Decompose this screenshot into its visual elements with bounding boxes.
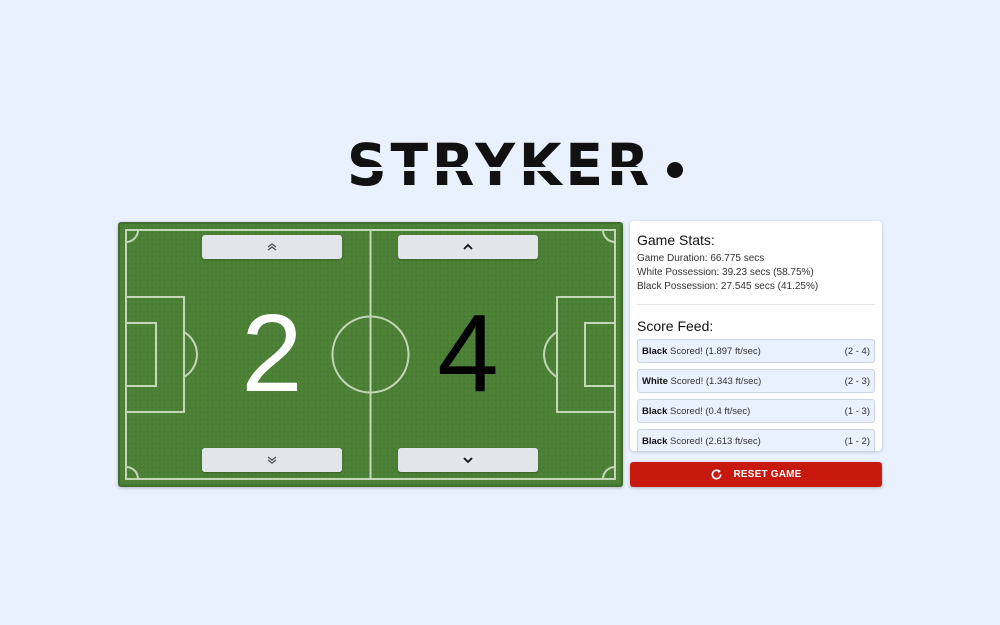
logo: STRYKER	[0, 130, 1000, 210]
score-feed-title: Score Feed:	[637, 318, 714, 334]
white-possession: White Possession: 39.23 secs (58.75%)	[637, 267, 814, 278]
feed-item: Black Scored! (2.613 ft/sec) (1 - 2)	[637, 429, 875, 451]
feed-item: White Scored! (1.343 ft/sec) (2 - 3)	[637, 369, 875, 393]
double-chevron-up-icon	[267, 243, 277, 251]
game-stats-title: Game Stats:	[637, 232, 715, 248]
black-score-down-button[interactable]	[398, 448, 538, 472]
feed-item: Black Scored! (0.4 ft/sec) (1 - 3)	[637, 399, 875, 423]
feed-item-team: Black	[642, 435, 668, 447]
reset-game-button[interactable]: RESET GAME	[630, 462, 882, 487]
logo-text: STRYKER	[347, 131, 653, 199]
black-possession: Black Possession: 27.545 secs (41.25%)	[637, 281, 819, 292]
feed-item-score: (2 - 4)	[844, 345, 870, 357]
game-duration: Game Duration: 66.775 secs	[637, 253, 765, 264]
feed-item-text: Scored! (2.613 ft/sec)	[667, 435, 761, 447]
logo-ball-icon	[667, 162, 684, 178]
chevron-up-icon	[463, 243, 473, 250]
game-stats-panel: Game Stats: Game Duration: 66.775 secs W…	[630, 221, 882, 451]
black-score: 4	[437, 292, 499, 415]
white-score-up-button[interactable]	[202, 235, 342, 259]
feed-item-text: Scored! (1.343 ft/sec)	[667, 375, 762, 387]
refresh-icon	[711, 469, 722, 480]
feed-item-score: (1 - 3)	[844, 405, 870, 417]
feed-item: Black Scored! (1.897 ft/sec) (2 - 4)	[637, 339, 875, 363]
feed-item-team: Black	[642, 405, 668, 417]
feed-item-text: Scored! (1.897 ft/sec)	[667, 345, 761, 357]
white-score-down-button[interactable]	[202, 448, 342, 472]
reset-game-label: RESET GAME	[733, 469, 802, 480]
chevron-down-icon	[463, 457, 473, 464]
soccer-field: 2 4	[118, 222, 623, 487]
score-feed: Black Scored! (1.897 ft/sec) (2 - 4) Whi…	[637, 339, 875, 451]
feed-item-text: Scored! (0.4 ft/sec)	[667, 405, 751, 417]
black-score-up-button[interactable]	[398, 235, 538, 259]
double-chevron-down-icon	[267, 456, 277, 464]
divider	[637, 304, 875, 305]
feed-item-score: (1 - 2)	[844, 435, 870, 447]
feed-item-team: White	[642, 375, 668, 387]
feed-item-team: Black	[642, 345, 668, 357]
feed-item-score: (2 - 3)	[844, 375, 870, 387]
